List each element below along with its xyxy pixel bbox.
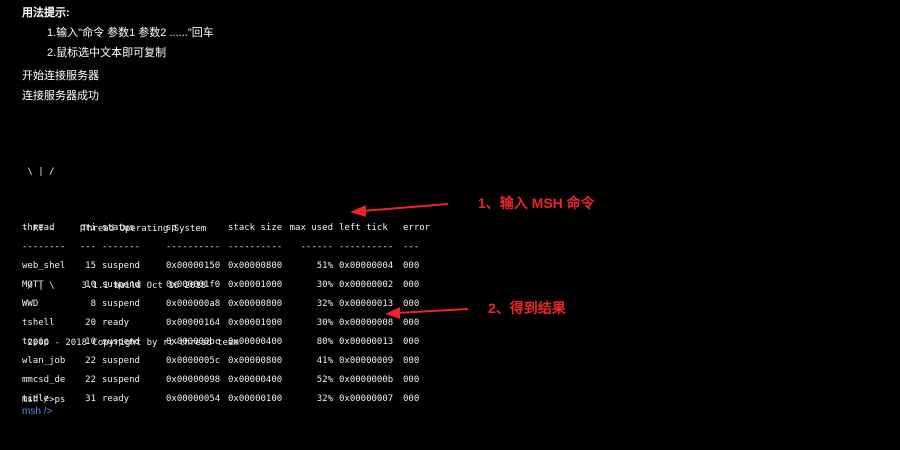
arrow-icon-step1 xyxy=(350,203,449,217)
annotation-step2: 2、得到结果 xyxy=(488,300,566,316)
arrow-icon-step2 xyxy=(385,307,469,319)
annotation-arrows xyxy=(350,203,469,319)
annotation-step1: 1、输入 MSH 命令 xyxy=(478,195,595,211)
